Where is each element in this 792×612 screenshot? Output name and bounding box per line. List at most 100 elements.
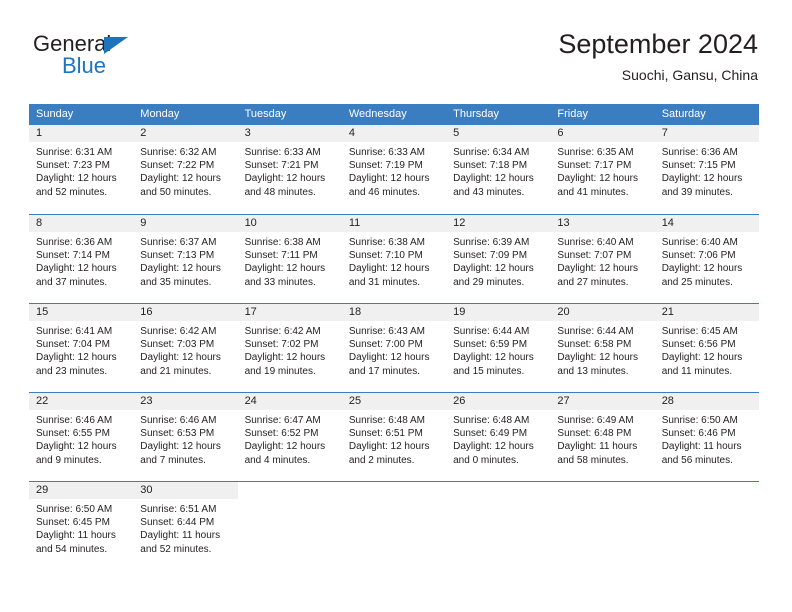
day-details: Sunrise: 6:37 AM Sunset: 7:13 PM Dayligh… [133, 232, 237, 289]
day-number: 13 [550, 215, 655, 232]
day-cell[interactable]: 19 Sunrise: 6:44 AM Sunset: 6:59 PM Dayl… [446, 304, 551, 392]
sunset-text: Sunset: 6:51 PM [348, 428, 423, 440]
sunrise-text: Sunrise: 6:39 AM [453, 237, 530, 248]
day-cell[interactable]: 22 Sunrise: 6:46 AM Sunset: 6:55 PM Dayl… [29, 393, 134, 481]
day-cell[interactable]: 4 Sunrise: 6:33 AM Sunset: 7:19 PM Dayli… [341, 125, 447, 214]
day-number [238, 482, 342, 499]
sunrise-text: Sunrise: 6:31 AM [36, 147, 113, 158]
sunset-text: Sunset: 6:45 PM [36, 517, 110, 529]
sunrise-text: Sunrise: 6:40 AM [661, 237, 738, 248]
sunset-text: Sunset: 7:03 PM [140, 339, 215, 351]
day-number: 24 [237, 393, 342, 410]
daylight-text-line1: Daylight: 12 hours [453, 173, 534, 185]
brand-logo[interactable]: General Blue [33, 32, 253, 88]
daylight-text-line2: and 23 minutes. [36, 365, 108, 377]
day-cell[interactable]: 13 Sunrise: 6:40 AM Sunset: 7:07 PM Dayl… [550, 215, 655, 303]
sunrise-text: Sunrise: 6:42 AM [140, 326, 217, 337]
day-cell[interactable]: 28 Sunrise: 6:50 AM Sunset: 6:46 PM Dayl… [654, 393, 759, 481]
daylight-text-line2: and 13 minutes. [557, 365, 629, 377]
day-cell[interactable]: 9 Sunrise: 6:37 AM Sunset: 7:13 PM Dayli… [133, 215, 238, 303]
day-cell-empty [446, 482, 550, 566]
day-cell[interactable]: 25 Sunrise: 6:48 AM Sunset: 6:51 PM Dayl… [341, 393, 447, 481]
day-cell[interactable]: 10 Sunrise: 6:38 AM Sunset: 7:11 PM Dayl… [237, 215, 342, 303]
day-cell[interactable]: 5 Sunrise: 6:34 AM Sunset: 7:18 PM Dayli… [446, 125, 551, 214]
day-cell[interactable]: 29 Sunrise: 6:50 AM Sunset: 6:45 PM Dayl… [29, 482, 134, 566]
day-cell[interactable]: 23 Sunrise: 6:46 AM Sunset: 6:53 PM Dayl… [133, 393, 238, 481]
day-cell[interactable]: 30 Sunrise: 6:51 AM Sunset: 6:44 PM Dayl… [133, 482, 238, 566]
daylight-text-line1: Daylight: 12 hours [36, 263, 117, 275]
daylight-text-line1: Daylight: 12 hours [140, 263, 221, 275]
day-details: Sunrise: 6:43 AM Sunset: 7:00 PM Dayligh… [342, 321, 446, 378]
daylight-text-line2: and 0 minutes. [453, 454, 519, 466]
day-cell[interactable]: 11 Sunrise: 6:38 AM Sunset: 7:10 PM Dayl… [341, 215, 447, 303]
daylight-text-line2: and 27 minutes. [557, 276, 629, 288]
day-cell[interactable]: 1 Sunrise: 6:31 AM Sunset: 7:23 PM Dayli… [29, 125, 134, 214]
sunset-text: Sunset: 7:23 PM [36, 160, 110, 172]
daylight-text-line2: and 15 minutes. [453, 365, 525, 377]
day-cell[interactable]: 6 Sunrise: 6:35 AM Sunset: 7:17 PM Dayli… [550, 125, 655, 214]
sunset-text: Sunset: 6:56 PM [661, 339, 736, 351]
daylight-text-line2: and 31 minutes. [348, 276, 421, 288]
daylight-text-line2: and 2 minutes. [348, 454, 415, 466]
day-number: 20 [550, 304, 655, 321]
day-number [342, 482, 446, 499]
daylight-text-line1: Daylight: 12 hours [140, 173, 221, 185]
daylight-text-line1: Daylight: 12 hours [661, 263, 743, 275]
sunset-text: Sunset: 7:13 PM [140, 250, 215, 262]
sunrise-text: Sunrise: 6:42 AM [244, 326, 321, 337]
sunrise-text: Sunrise: 6:49 AM [557, 415, 634, 426]
page-subtitle: Suochi, Gansu, China [621, 67, 758, 83]
day-cell-empty [238, 482, 342, 566]
daylight-text-line1: Daylight: 12 hours [557, 352, 639, 364]
day-number: 23 [133, 393, 238, 410]
day-details: Sunrise: 6:40 AM Sunset: 7:07 PM Dayligh… [550, 232, 654, 289]
day-cell[interactable]: 12 Sunrise: 6:39 AM Sunset: 7:09 PM Dayl… [446, 215, 551, 303]
daylight-text-line2: and 48 minutes. [244, 186, 316, 198]
sunrise-text: Sunrise: 6:38 AM [244, 237, 321, 248]
daylight-text-line2: and 17 minutes. [348, 365, 421, 377]
day-cell[interactable]: 7 Sunrise: 6:36 AM Sunset: 7:15 PM Dayli… [654, 125, 759, 214]
day-cell[interactable]: 21 Sunrise: 6:45 AM Sunset: 6:56 PM Dayl… [654, 304, 759, 392]
day-cell[interactable]: 26 Sunrise: 6:48 AM Sunset: 6:49 PM Dayl… [446, 393, 551, 481]
day-number: 26 [446, 393, 551, 410]
sunset-text: Sunset: 7:19 PM [348, 160, 423, 172]
day-cell[interactable]: 3 Sunrise: 6:33 AM Sunset: 7:21 PM Dayli… [237, 125, 342, 214]
day-details: Sunrise: 6:48 AM Sunset: 6:51 PM Dayligh… [342, 410, 446, 467]
day-cell[interactable]: 17 Sunrise: 6:42 AM Sunset: 7:02 PM Dayl… [237, 304, 342, 392]
daylight-text-line2: and 37 minutes. [36, 276, 108, 288]
daylight-text-line2: and 50 minutes. [140, 186, 212, 198]
sunset-text: Sunset: 6:46 PM [661, 428, 736, 440]
day-cell[interactable]: 14 Sunrise: 6:40 AM Sunset: 7:06 PM Dayl… [654, 215, 759, 303]
day-cell[interactable]: 15 Sunrise: 6:41 AM Sunset: 7:04 PM Dayl… [29, 304, 134, 392]
day-number: 21 [654, 304, 759, 321]
day-details: Sunrise: 6:44 AM Sunset: 6:58 PM Dayligh… [550, 321, 654, 378]
daylight-text-line2: and 56 minutes. [661, 454, 733, 466]
day-details: Sunrise: 6:34 AM Sunset: 7:18 PM Dayligh… [446, 142, 550, 199]
sunset-text: Sunset: 7:22 PM [140, 160, 215, 172]
day-number: 9 [133, 215, 238, 232]
day-of-week-tuesday: Tuesday [244, 108, 287, 120]
day-cell[interactable]: 18 Sunrise: 6:43 AM Sunset: 7:00 PM Dayl… [341, 304, 447, 392]
week-row: 22 Sunrise: 6:46 AM Sunset: 6:55 PM Dayl… [29, 392, 759, 481]
day-details: Sunrise: 6:41 AM Sunset: 7:04 PM Dayligh… [29, 321, 133, 378]
sunset-text: Sunset: 7:14 PM [36, 250, 110, 262]
sunset-text: Sunset: 6:52 PM [244, 428, 319, 440]
sunset-text: Sunset: 6:59 PM [453, 339, 528, 351]
sunset-text: Sunset: 6:44 PM [140, 517, 215, 529]
day-cell[interactable]: 24 Sunrise: 6:47 AM Sunset: 6:52 PM Dayl… [237, 393, 342, 481]
daylight-text-line1: Daylight: 12 hours [348, 173, 430, 185]
day-cell[interactable]: 8 Sunrise: 6:36 AM Sunset: 7:14 PM Dayli… [29, 215, 134, 303]
day-number: 17 [237, 304, 342, 321]
day-cell[interactable]: 16 Sunrise: 6:42 AM Sunset: 7:03 PM Dayl… [133, 304, 238, 392]
sunrise-text: Sunrise: 6:47 AM [244, 415, 321, 426]
day-cell[interactable]: 27 Sunrise: 6:49 AM Sunset: 6:48 PM Dayl… [550, 393, 655, 481]
sunrise-text: Sunrise: 6:44 AM [453, 326, 530, 337]
sunrise-text: Sunrise: 6:36 AM [661, 147, 738, 158]
daylight-text-line1: Daylight: 12 hours [453, 352, 534, 364]
day-details: Sunrise: 6:47 AM Sunset: 6:52 PM Dayligh… [238, 410, 342, 467]
day-cell[interactable]: 20 Sunrise: 6:44 AM Sunset: 6:58 PM Dayl… [550, 304, 655, 392]
day-details: Sunrise: 6:49 AM Sunset: 6:48 PM Dayligh… [550, 410, 654, 467]
day-details: Sunrise: 6:46 AM Sunset: 6:53 PM Dayligh… [133, 410, 237, 467]
day-cell[interactable]: 2 Sunrise: 6:32 AM Sunset: 7:22 PM Dayli… [133, 125, 238, 214]
daylight-text-line1: Daylight: 12 hours [661, 173, 743, 185]
